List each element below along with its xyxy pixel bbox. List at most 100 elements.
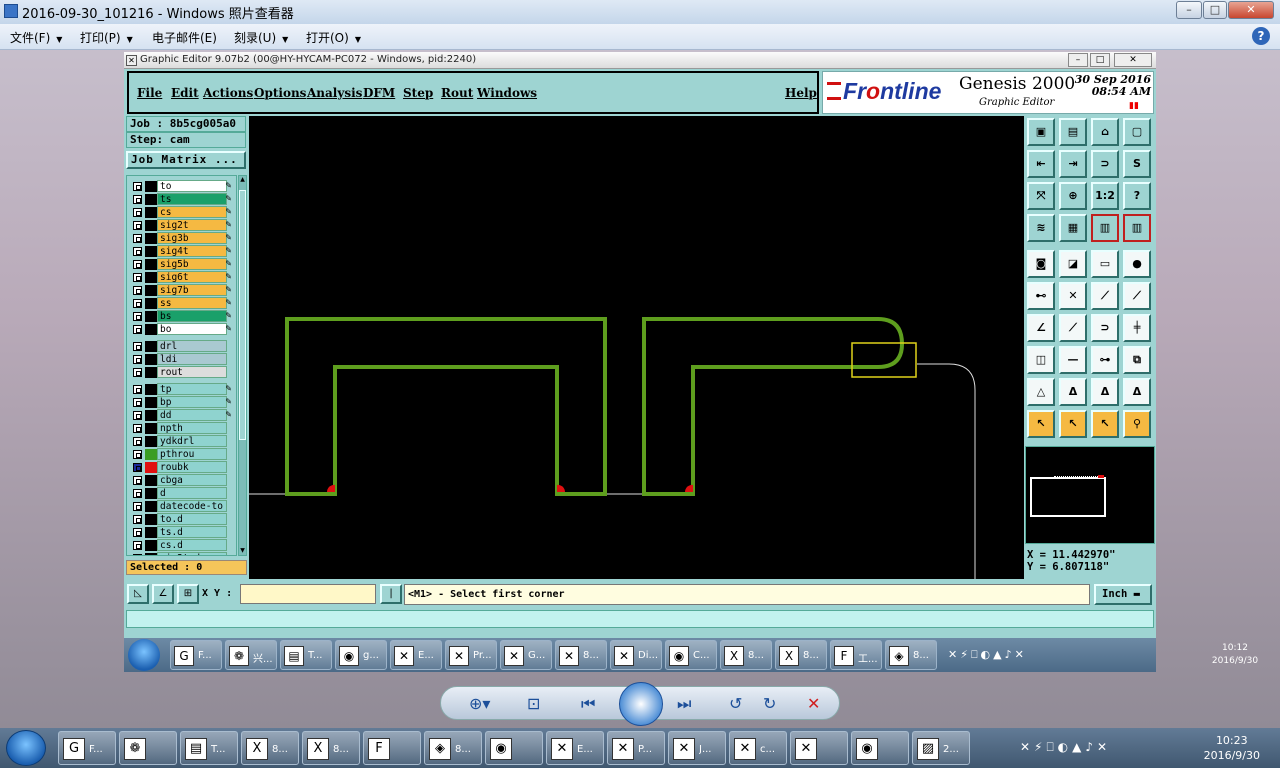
layer-name[interactable]: d — [157, 487, 227, 499]
layer-name[interactable]: ss — [157, 297, 227, 309]
inner-taskbar-button[interactable]: ▤ T... — [280, 640, 332, 670]
layer-row-roubk[interactable]: roubk — [130, 461, 236, 473]
next-icon[interactable]: ⏭ — [677, 694, 691, 714]
triangle-c-icon[interactable]: Δ — [1123, 378, 1151, 406]
layer-name[interactable]: roubk — [157, 461, 227, 473]
pointer-pad-icon[interactable]: ↖ — [1091, 410, 1119, 438]
layer-color-swatch[interactable] — [145, 475, 157, 486]
layer-color-swatch[interactable] — [145, 436, 157, 447]
menu-help[interactable]: Help — [785, 86, 817, 100]
layer-checkbox[interactable] — [133, 489, 142, 498]
taskbar-button[interactable]: G F... — [58, 731, 116, 765]
taskbar-button[interactable]: ✕ E... — [546, 731, 604, 765]
scroll-down-icon[interactable]: ▼ — [239, 547, 246, 555]
import-icon[interactable]: ⇤ — [1027, 150, 1055, 178]
layer-name[interactable]: bp — [157, 396, 227, 408]
layer-color-swatch[interactable] — [145, 233, 157, 244]
layer-checkbox[interactable] — [133, 368, 142, 377]
taskbar-button[interactable]: ◈ 8... — [424, 731, 482, 765]
snake-icon[interactable]: S — [1123, 150, 1151, 178]
genesis-close-button[interactable]: ✕ — [1114, 53, 1152, 67]
snap-grid-icon[interactable]: ◺ — [127, 584, 149, 604]
layer-checkbox[interactable] — [133, 247, 142, 256]
layer-checkbox[interactable] — [133, 299, 142, 308]
layer-row-sig2t.d[interactable]: sig2t.d — [130, 552, 236, 555]
genesis-minimize-button[interactable]: – — [1068, 53, 1088, 67]
layer-row-to[interactable]: to ✎ — [130, 180, 236, 192]
triangle-b-icon[interactable]: Δ — [1091, 378, 1119, 406]
layer-color-swatch[interactable] — [145, 410, 157, 421]
layer-checkbox[interactable] — [133, 385, 142, 394]
layer-name[interactable]: to.d — [157, 513, 227, 525]
split-icon[interactable]: ⊃ — [1091, 150, 1119, 178]
home-icon[interactable]: ⌂ — [1091, 118, 1119, 146]
layer-name[interactable]: ts — [157, 193, 227, 205]
layer-name[interactable]: bs — [157, 310, 227, 322]
maximize-button[interactable]: □ — [1203, 1, 1227, 19]
cross-icon[interactable]: ✕ — [1059, 282, 1087, 310]
menu-burn[interactable]: 刻录(U) ▼ — [234, 29, 288, 46]
layer-name[interactable]: pthrou — [157, 448, 227, 460]
minimap-viewport[interactable] — [1030, 477, 1106, 517]
layer-color-swatch[interactable] — [145, 194, 157, 205]
layer-row-sig2t[interactable]: sig2t ✎ — [130, 219, 236, 231]
taskbar-button[interactable]: ✕ c... — [729, 731, 787, 765]
layer-row-ts.d[interactable]: ts.d — [130, 526, 236, 538]
taskbar-button[interactable]: F — [363, 731, 421, 765]
inner-taskbar-button[interactable]: X 8... — [775, 640, 827, 670]
previous-icon[interactable]: ⏮ — [581, 694, 595, 714]
area-icon[interactable]: ◪ — [1059, 250, 1087, 278]
layer-checkbox[interactable] — [133, 463, 142, 472]
scroll-up-icon[interactable]: ▲ — [239, 176, 246, 184]
layer-checkbox[interactable] — [133, 424, 142, 433]
layer-color-swatch[interactable] — [145, 397, 157, 408]
inner-taskbar-button[interactable]: ◉ g... — [335, 640, 387, 670]
close-button[interactable]: ✕ — [1228, 1, 1274, 19]
export-icon[interactable]: ⇥ — [1059, 150, 1087, 178]
layer-row-ldi[interactable]: ldi — [130, 353, 236, 365]
layer-row-sig3b[interactable]: sig3b ✎ — [130, 232, 236, 244]
inner-taskbar-button[interactable]: ✕ Di... — [610, 640, 662, 670]
layer-name[interactable]: to — [157, 180, 227, 192]
layer-row-pthrou[interactable]: pthrou — [130, 448, 236, 460]
menu-dfm[interactable]: DFM — [363, 86, 395, 100]
menu-step[interactable]: Step — [403, 86, 433, 100]
snap-angle-icon[interactable]: ∠ — [152, 584, 174, 604]
taskbar-button[interactable]: ✕ — [790, 731, 848, 765]
scale-icon[interactable]: 1:2 — [1091, 182, 1119, 210]
pointer-icon[interactable]: ↖ — [1027, 410, 1055, 438]
menu-file[interactable]: 文件(F) ▼ — [10, 29, 62, 46]
draw-line-icon[interactable]: ⟋ — [1059, 314, 1087, 342]
layer-name[interactable]: cs.d — [157, 539, 227, 551]
inner-taskbar-button[interactable]: ❁ 兴... — [225, 640, 277, 670]
layer-row-sig5b[interactable]: sig5b ✎ — [130, 258, 236, 270]
layers-b-icon[interactable]: ▥ — [1123, 214, 1151, 242]
inner-taskbar-button[interactable]: F 工... — [830, 640, 882, 670]
inner-taskbar-button[interactable]: ✕ Pr... — [445, 640, 497, 670]
layer-row-sig4t[interactable]: sig4t ✎ — [130, 245, 236, 257]
fit-window-icon[interactable]: ⊡ — [527, 694, 540, 713]
layer-color-swatch[interactable] — [145, 181, 157, 192]
inner-taskbar-button[interactable]: ◉ C... — [665, 640, 717, 670]
taskbar-button[interactable]: ▤ T... — [180, 731, 238, 765]
save-icon[interactable]: ▤ — [1059, 118, 1087, 146]
layer-checkbox[interactable] — [133, 325, 142, 334]
genesis-maximize-button[interactable]: □ — [1090, 53, 1110, 67]
layer-checkbox[interactable] — [133, 411, 142, 420]
ruler-icon[interactable]: ▭ — [1091, 250, 1119, 278]
delete-icon[interactable]: ✕ — [807, 694, 820, 713]
layer-name[interactable]: sig2t — [157, 219, 227, 231]
layer-name[interactable]: datecode-to — [157, 500, 227, 512]
inner-taskbar-button[interactable]: ◈ 8... — [885, 640, 937, 670]
start-button[interactable] — [6, 730, 46, 766]
menu-print[interactable]: 打印(P) ▼ — [80, 29, 133, 46]
unit-selector[interactable]: Inch ▬ — [1094, 584, 1152, 605]
layer-name[interactable]: tp — [157, 383, 227, 395]
layer-checkbox[interactable] — [133, 208, 142, 217]
open-icon[interactable]: ▣ — [1027, 118, 1055, 146]
xy-input[interactable] — [240, 584, 376, 604]
taskbar-button[interactable]: ◉ — [485, 731, 543, 765]
layer-color-swatch[interactable] — [145, 207, 157, 218]
layer-row-datecode-to[interactable]: datecode-to — [130, 500, 236, 512]
layer-name[interactable]: sig5b — [157, 258, 227, 270]
